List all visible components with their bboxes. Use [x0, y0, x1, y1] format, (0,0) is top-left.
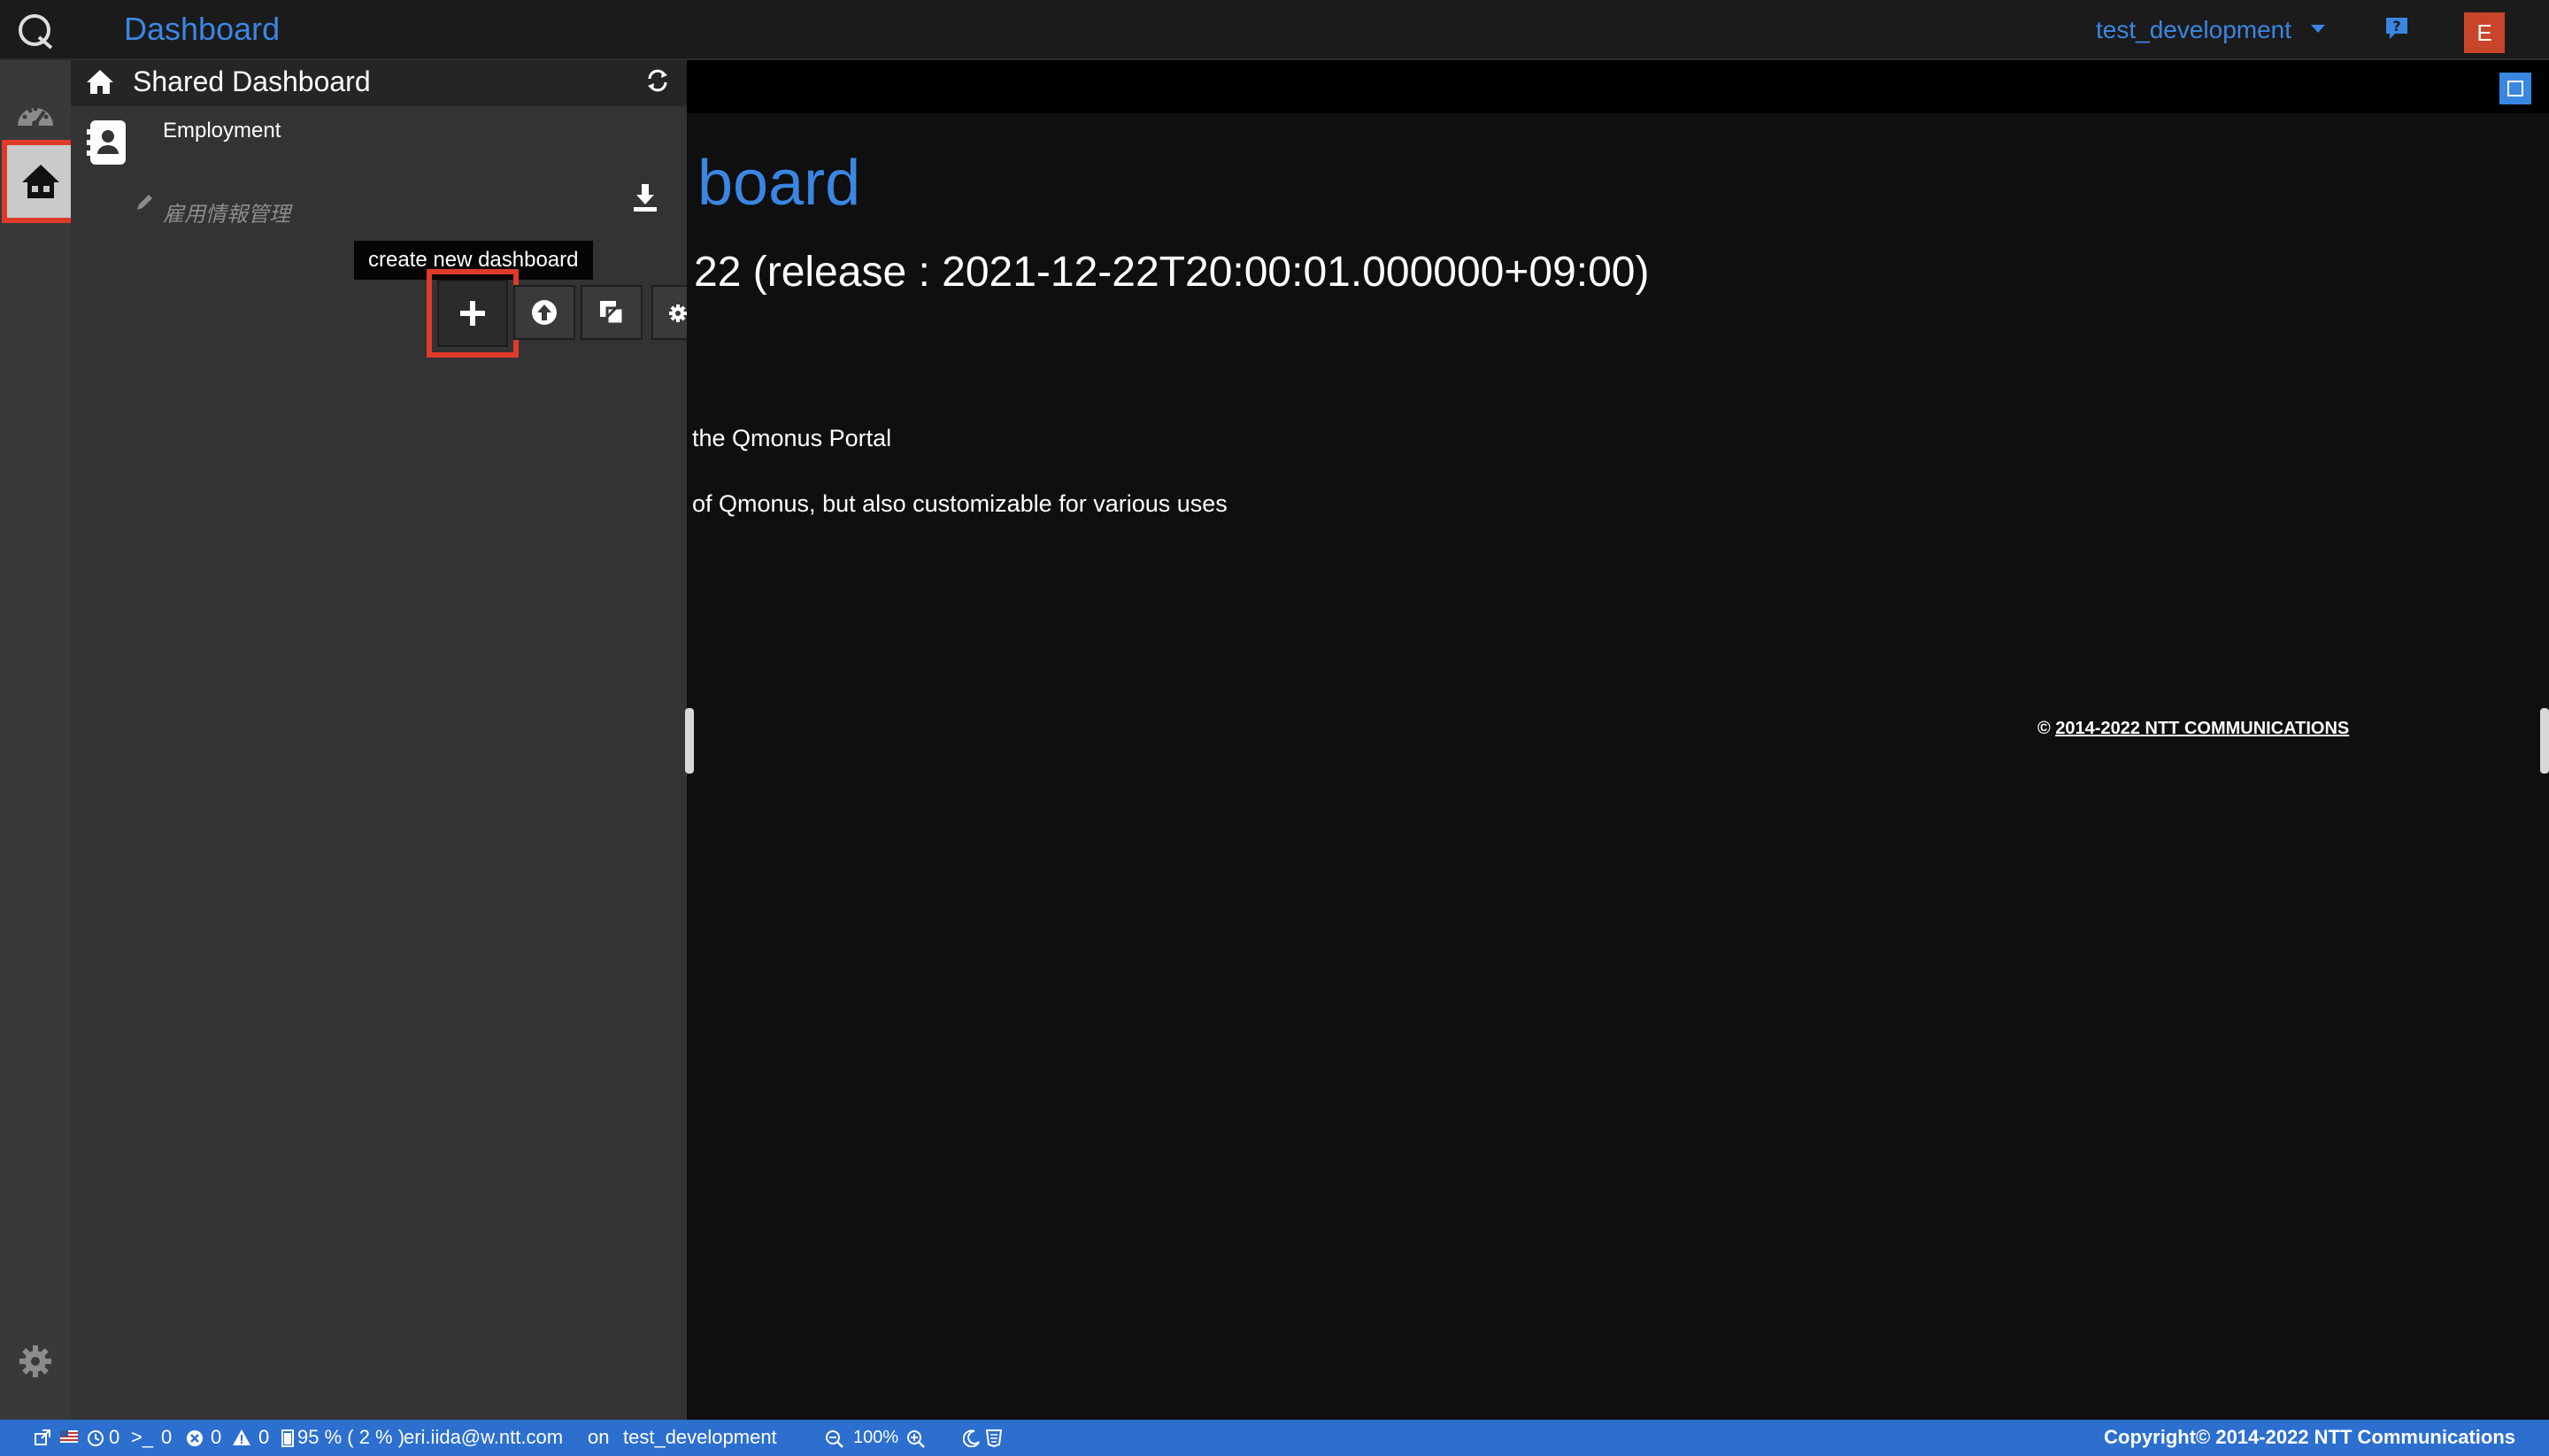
qmonus-logo-icon[interactable]: [16, 11, 57, 51]
home-icon: [22, 165, 59, 198]
content-copyright: © 2014-2022 NTT COMMUNICATIONS: [2037, 719, 2349, 739]
copyright-symbol: ©: [2037, 719, 2051, 738]
svg-text:?: ?: [2392, 18, 2400, 35]
chevron-down-icon: [2311, 25, 2326, 34]
memory-icon: [281, 1429, 294, 1447]
zoom-level: 100%: [853, 1428, 899, 1447]
warning-count: 0: [258, 1426, 270, 1448]
panel-header: Shared Dashboard: [71, 60, 687, 106]
upload-circle-icon: [532, 300, 557, 325]
dashboard-subtitle: 雇用情報管理: [163, 203, 290, 227]
environment-dropdown[interactable]: test_development: [2096, 16, 2326, 44]
theme-icon[interactable]: [963, 1429, 981, 1447]
shared-dashboard-panel: Shared Dashboard Employment 雇用情報管理 creat…: [71, 60, 713, 1420]
memory-usage: 95 % ( 2 % ): [297, 1426, 405, 1448]
footer-copyright: Copyright© 2014-2022 NTT Communications: [2104, 1426, 2515, 1448]
version-line: 22 (release : 2021-12-22T20:00:01.000000…: [694, 249, 1650, 296]
copy-dashboard-button[interactable]: [581, 285, 643, 340]
zoom-in-icon[interactable]: [906, 1429, 926, 1449]
download-icon[interactable]: [632, 182, 658, 212]
home-icon: [87, 70, 113, 94]
help-icon[interactable]: ?: [2383, 14, 2411, 42]
status-environment: test_development: [623, 1426, 777, 1448]
upload-dashboard-button[interactable]: [513, 285, 575, 340]
us-flag-icon: [60, 1430, 78, 1443]
rail-item-shared-dashboard[interactable]: [2, 140, 80, 223]
environment-label: test_development: [2096, 16, 2292, 43]
left-rail: [0, 60, 80, 1420]
copyright-link[interactable]: 2014-2022 NTT COMMUNICATIONS: [2055, 719, 2349, 738]
external-link-icon[interactable]: [34, 1429, 51, 1446]
list-item-employment[interactable]: Employment 雇用情報管理: [71, 110, 687, 227]
pencil-icon[interactable]: [135, 191, 156, 212]
description-line-1: the Qmonus Portal: [692, 425, 892, 451]
app-title: Dashboard: [124, 11, 281, 47]
error-count: 0: [211, 1426, 222, 1448]
panel-splitter-handle[interactable]: [685, 708, 694, 774]
maximize-button[interactable]: [2499, 73, 2531, 104]
content-toolbar: [687, 60, 2549, 113]
user-email: eri.iida@w.ntt.com: [404, 1426, 564, 1448]
error-icon[interactable]: [186, 1429, 204, 1447]
create-dashboard-button[interactable]: [427, 269, 519, 358]
user-avatar[interactable]: E: [2464, 12, 2505, 53]
rail-item-dashboard[interactable]: [0, 78, 71, 149]
clock-count: 0: [109, 1426, 120, 1448]
status-bar: 0 >_ 0 0 0 95 % ( 2 % ) eri.iida@w.ntt.c…: [0, 1420, 2549, 1456]
dashboard-name: Employment: [163, 119, 281, 143]
terminal-icon[interactable]: >_: [131, 1426, 153, 1449]
panel-title: Shared Dashboard: [133, 65, 371, 97]
css-icon[interactable]: [986, 1429, 1002, 1447]
copy-icon: [600, 301, 625, 326]
terminal-count: 0: [161, 1426, 173, 1448]
description-line-2: of Qmonus, but also customizable for var…: [692, 490, 1228, 517]
contact-card-icon: [87, 120, 126, 165]
on-label: on: [588, 1426, 610, 1448]
add-button-face: [437, 280, 508, 347]
right-splitter-handle[interactable]: [2540, 708, 2549, 774]
rail-item-settings[interactable]: [0, 1326, 71, 1397]
gear-icon: [19, 1345, 51, 1377]
plus-icon: [460, 301, 485, 326]
warning-icon[interactable]: [232, 1429, 251, 1446]
zoom-out-icon[interactable]: [825, 1429, 844, 1449]
page-heading: board: [697, 148, 861, 219]
gauge-icon: [18, 106, 53, 127]
main-content: board 22 (release : 2021-12-22T20:00:01.…: [687, 60, 2549, 1420]
refresh-icon[interactable]: [644, 67, 671, 94]
clock-icon[interactable]: [87, 1429, 104, 1447]
top-bar: Dashboard test_development ? E: [0, 0, 2549, 60]
